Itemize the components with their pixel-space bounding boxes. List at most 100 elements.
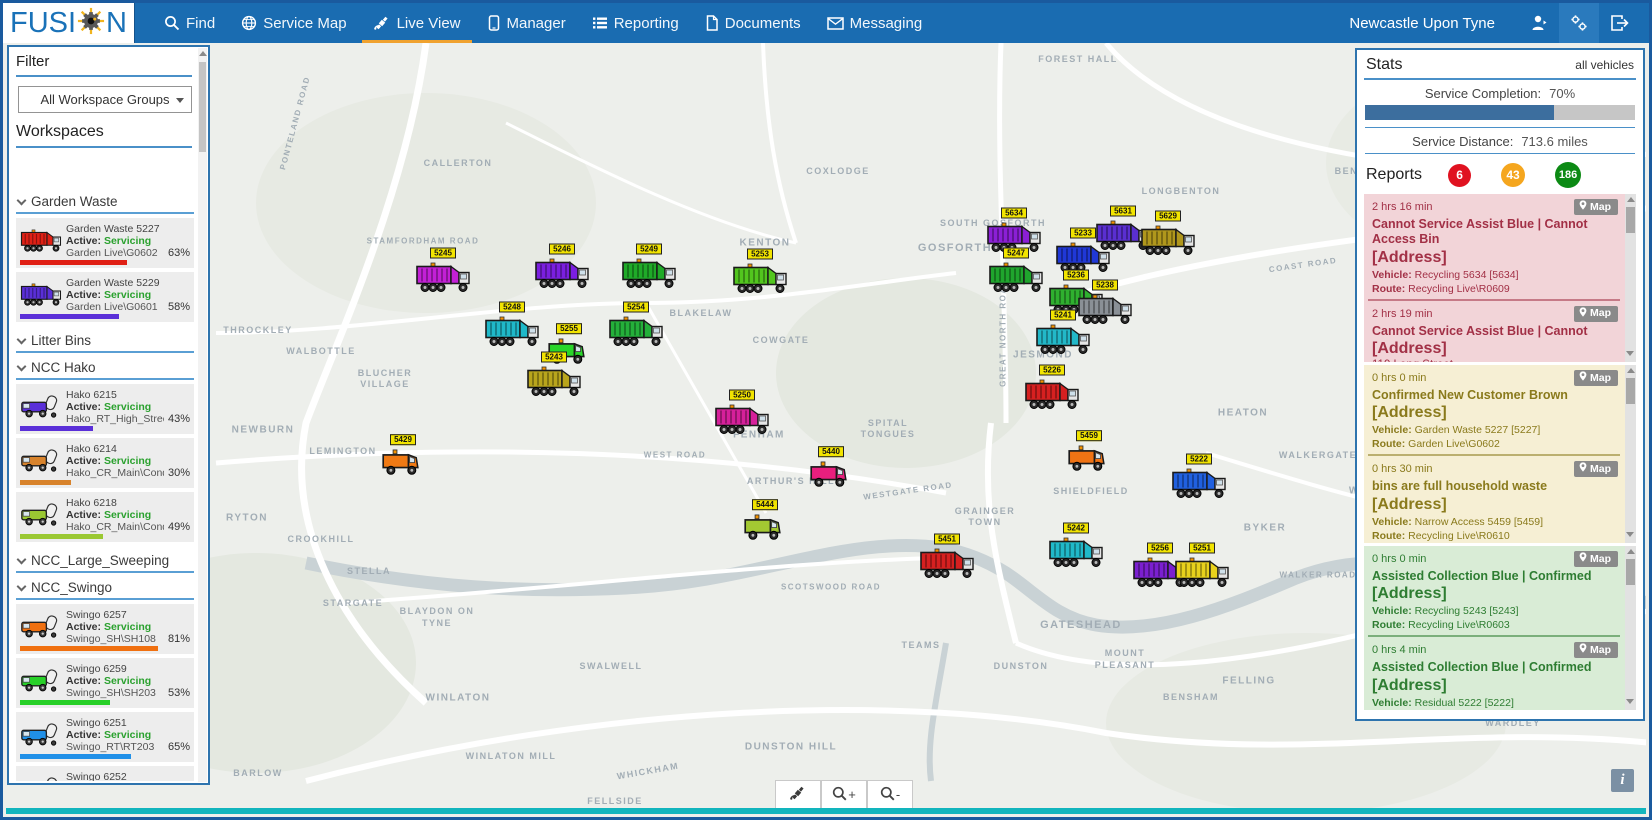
vehicle-card-garden-waste-5227[interactable]: Garden Waste 5227Active: ServicingGarden…	[16, 218, 194, 268]
sweeper-icon	[20, 663, 62, 699]
show-on-map-button[interactable]: Map	[1574, 370, 1618, 386]
map-vehicle-marker-5253[interactable]: 5253	[732, 244, 788, 301]
vehicle-completion-pct: 65%	[168, 741, 190, 753]
show-on-map-button[interactable]: Map	[1574, 642, 1618, 658]
show-on-map-button[interactable]: Map	[1574, 461, 1618, 477]
scroll-up-arrow[interactable]	[199, 51, 207, 56]
map-vehicle-marker-5247[interactable]: 5247	[988, 243, 1044, 300]
report-count-badge[interactable]: 43	[1501, 163, 1525, 187]
map-vehicle-marker-5241[interactable]: 5241	[1035, 305, 1091, 362]
report-card: 2 hrs 19 minMapCannot Service Assist Blu…	[1364, 301, 1624, 363]
report-section-scrollbar[interactable]	[1625, 365, 1636, 543]
map-vehicle-marker-5246[interactable]: 5246	[534, 239, 590, 296]
user-icon[interactable]	[1519, 3, 1559, 43]
map-vehicle-marker-5248[interactable]: 5248	[484, 297, 540, 354]
nav-item-label: Find	[186, 15, 215, 32]
vehicle-truck-icon	[621, 257, 677, 296]
zoom-in-button[interactable]: +	[821, 780, 867, 809]
top-navigation-bar: FUSI N Find Service Map Live View ManagerRe…	[3, 3, 1649, 43]
satellite-icon	[373, 15, 391, 31]
report-section-scrollbar[interactable]	[1625, 194, 1636, 362]
vehicle-card-swingo-6259[interactable]: Swingo 6259Active: ServicingSwingo_SH\SH…	[16, 658, 194, 708]
workspace-group-ncc-hako[interactable]: NCC Hako	[16, 353, 194, 380]
nav-item-label: Live View	[397, 15, 461, 32]
report-age: 2 hrs 19 min	[1372, 308, 1433, 320]
vehicle-name: Hako 6215	[66, 389, 190, 401]
vehicle-name: Swingo 6251	[66, 717, 190, 729]
report-count-badge[interactable]: 6	[1448, 164, 1471, 187]
nav-item-reporting[interactable]: Reporting	[581, 3, 690, 43]
vehicle-id-tag: 5248	[499, 302, 525, 313]
vehicle-card-hako-6218[interactable]: Hako 6218Active: ServicingHako_CR_Main\C…	[16, 492, 194, 542]
show-on-map-button[interactable]: Map	[1574, 306, 1618, 322]
distance-label: Service Distance:	[1412, 134, 1513, 149]
map-vehicle-marker-5243[interactable]: 5243	[526, 347, 582, 404]
show-on-map-button[interactable]: Map	[1574, 199, 1618, 215]
track-vehicle-button[interactable]	[775, 780, 821, 809]
nav-item-service-map[interactable]: Service Map	[230, 3, 357, 43]
map-vehicle-marker-5249[interactable]: 5249	[621, 239, 677, 296]
map-place-label: CALLERTON	[424, 158, 493, 168]
nav-item-live-view[interactable]: Live View	[362, 3, 472, 43]
vehicle-id-tag: 5459	[1076, 430, 1102, 441]
gears-icon[interactable]	[1559, 3, 1599, 43]
map-pin-icon	[1579, 643, 1587, 656]
vehicle-card-hako-6215[interactable]: Hako 6215Active: ServicingHako_RT_High_S…	[16, 384, 194, 434]
map-vehicle-marker-5254[interactable]: 5254	[608, 297, 664, 354]
workspace-group-litter-bins[interactable]: Litter Bins	[16, 326, 194, 353]
map-place-label: STELLA	[347, 566, 391, 576]
map-vehicle-marker-5222[interactable]: 5222	[1171, 449, 1227, 506]
info-button[interactable]: i	[1611, 769, 1634, 792]
vehicle-truck-icon	[743, 512, 787, 546]
map-vehicle-marker-5226[interactable]: 5226	[1024, 360, 1080, 417]
vehicle-route: Hako_CR_Main\Cond_1	[66, 521, 164, 533]
map-vehicle-marker-5242[interactable]: 5242	[1048, 518, 1104, 575]
nav-item-manager[interactable]: Manager	[476, 3, 577, 43]
vehicle-card-hako-6214[interactable]: Hako 6214Active: ServicingHako_CR_Main\C…	[16, 438, 194, 488]
map-vehicle-marker-5444[interactable]: 5444	[743, 494, 787, 546]
nav-item-find[interactable]: Find	[153, 3, 226, 43]
workspace-group-ncc-swingo[interactable]: NCC_Swingo	[16, 573, 194, 600]
vehicle-status: Active: Servicing	[66, 455, 190, 467]
map-vehicle-marker-5245[interactable]: 5245	[415, 243, 471, 300]
map-vehicle-marker-5459[interactable]: 5459	[1067, 425, 1111, 477]
map-place-label: COXLODGE	[806, 166, 870, 176]
zoom-out-label: -	[896, 787, 900, 802]
vehicle-card-swingo-6252[interactable]: Swingo 6252Active: ServicingSwingo_RT\RT…	[16, 766, 194, 781]
report-title: bins are full household waste	[1372, 479, 1618, 494]
map-vehicle-marker-5451[interactable]: 5451	[919, 529, 975, 586]
vehicle-name: Hako 6218	[66, 497, 190, 509]
zoom-out-button[interactable]: -	[867, 780, 913, 809]
map-vehicle-marker-5629[interactable]: 5629	[1140, 206, 1196, 263]
nav-item-messaging[interactable]: Messaging	[816, 3, 934, 43]
map-place-label: PLEASANT	[1095, 660, 1156, 670]
document-icon	[705, 15, 719, 31]
logout-icon[interactable]	[1599, 3, 1639, 43]
nav-item-label: Documents	[725, 15, 801, 32]
completion-label: Service Completion:	[1425, 86, 1541, 101]
map-vehicle-marker-5250[interactable]: 5250	[714, 385, 770, 442]
vehicle-progress-bar	[20, 754, 131, 759]
chevron-down-icon	[17, 361, 27, 371]
fusion-logo[interactable]: FUSI N	[3, 3, 135, 43]
report-section-scrollbar[interactable]	[1625, 546, 1636, 710]
map-vehicle-marker-5429[interactable]: 5429	[381, 429, 425, 481]
vehicle-status: Active: Servicing	[66, 509, 190, 521]
report-count-badge[interactable]: 186	[1555, 162, 1581, 188]
map-vehicle-marker-5251[interactable]: 5251	[1174, 538, 1230, 595]
workspace-group-garden-waste[interactable]: Garden Waste	[16, 187, 194, 214]
workspace-group-ncc-large-sweeping[interactable]: NCC_Large_Sweeping	[16, 546, 194, 573]
vehicle-card-swingo-6251[interactable]: Swingo 6251Active: ServicingSwingo_RT\RT…	[16, 712, 194, 762]
map-place-label: FELLSIDE	[587, 796, 643, 806]
filter-title: Filter	[16, 53, 192, 77]
map-vehicle-marker-5440[interactable]: 5440	[809, 441, 853, 493]
magnifier-icon	[832, 786, 847, 804]
vehicle-card-garden-waste-5229[interactable]: Garden Waste 5229Active: ServicingGarden…	[16, 272, 194, 322]
workspace-group-dropdown[interactable]: All Workspace Groups	[18, 86, 192, 113]
show-on-map-button[interactable]: Map	[1574, 551, 1618, 567]
scroll-thumb[interactable]	[199, 62, 206, 152]
vehicle-card-swingo-6257[interactable]: Swingo 6257Active: ServicingSwingo_SH\SH…	[16, 604, 194, 654]
map-place-label: TYNE	[422, 618, 452, 628]
sidebar-scrollbar[interactable]	[198, 48, 207, 782]
nav-item-documents[interactable]: Documents	[694, 3, 812, 43]
